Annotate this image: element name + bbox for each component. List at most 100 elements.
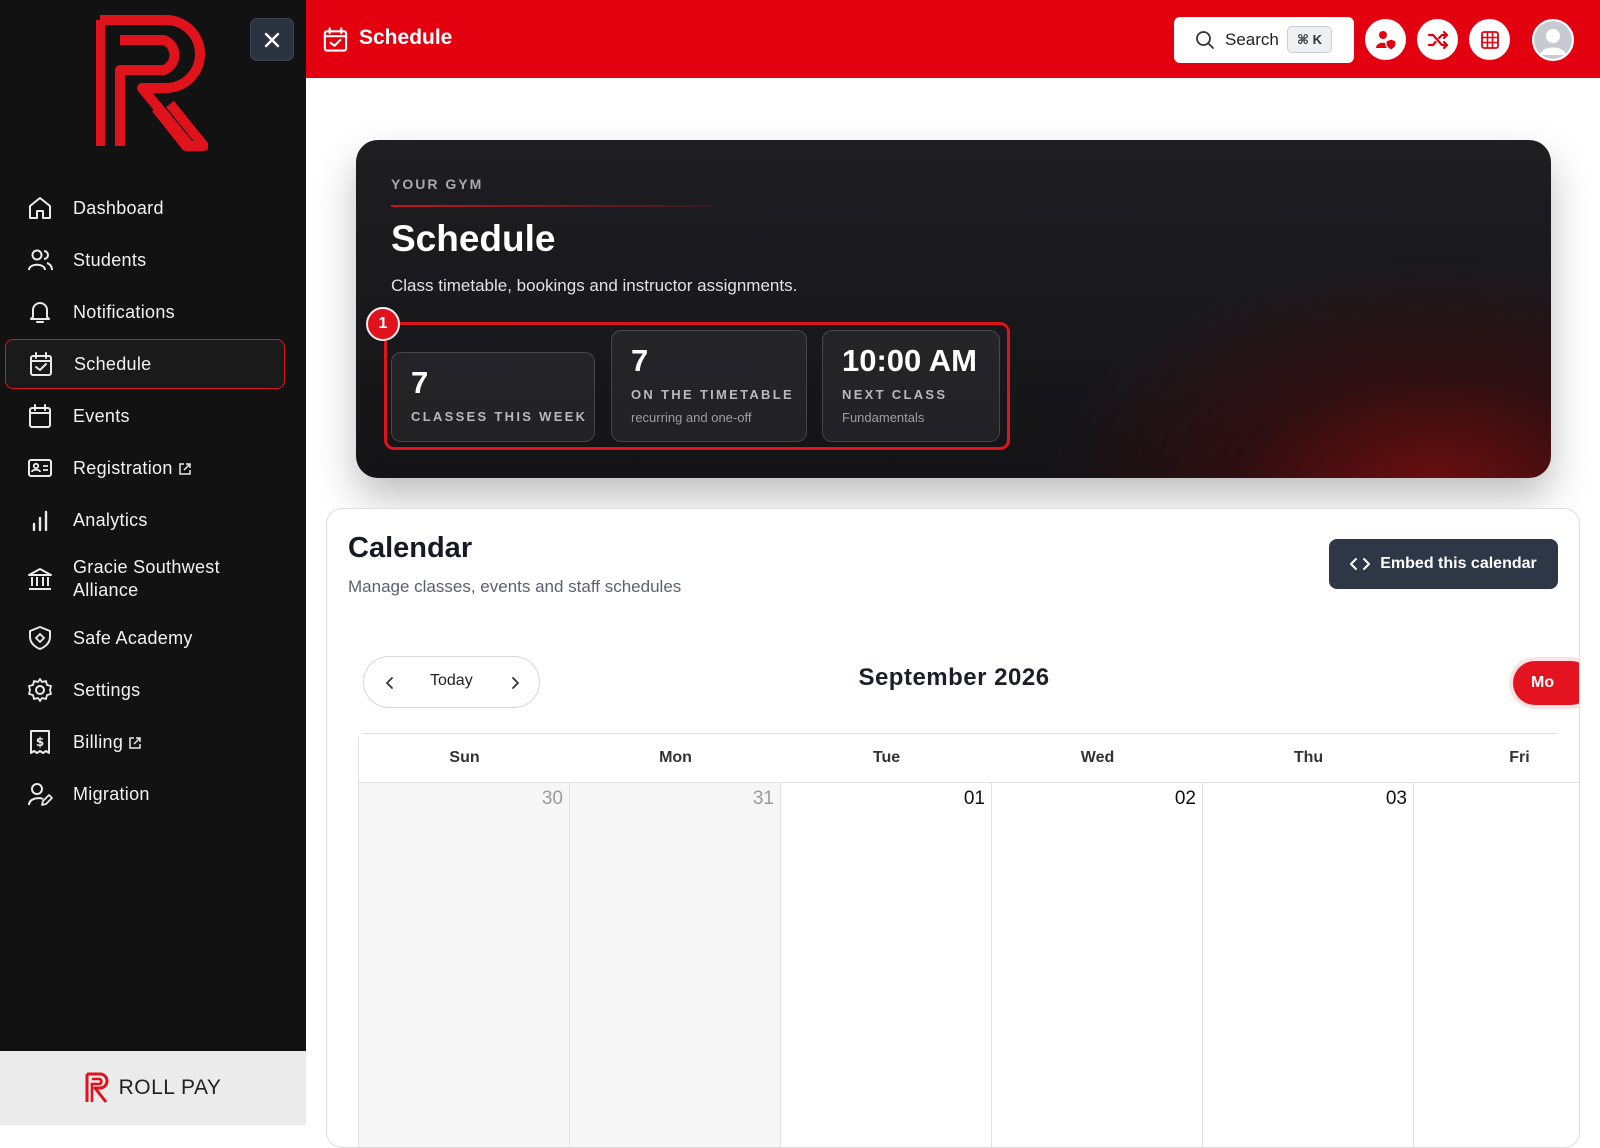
day-number[interactable]: 31 xyxy=(753,788,774,810)
bell-icon xyxy=(30,302,50,323)
sidebar-item-label: Settings xyxy=(73,679,141,700)
sidebar-item-label: Registration xyxy=(73,457,173,478)
external-link-icon xyxy=(129,737,141,749)
id-card-icon xyxy=(28,459,52,477)
sidebar-item-notifications[interactable]: Notifications xyxy=(5,287,285,337)
hero-subtitle: Class timetable, bookings and instructor… xyxy=(391,276,798,295)
stat-sub: recurring and one-off xyxy=(631,410,752,425)
rollpay-logo-icon xyxy=(85,1072,109,1103)
sidebar-item-events[interactable]: Events xyxy=(5,391,285,441)
sidebar-item-label: Gracie Southwest Alliance xyxy=(73,557,220,600)
hero-divider xyxy=(391,205,711,207)
calendar-day-column: Mon 31 xyxy=(570,734,781,1147)
top-bar: Schedule Search ⌘ K xyxy=(306,0,1600,78)
sidebar: Dashboard Students Notifications Schedul… xyxy=(0,0,306,1125)
svg-text:$: $ xyxy=(36,735,44,749)
calendar-day-column: Sun 30 xyxy=(359,734,570,1147)
stat-next-class: 10:00 AM NEXT CLASS Fundamentals xyxy=(822,330,1000,442)
day-header: Mon xyxy=(570,734,781,783)
sidebar-item-migration[interactable]: Migration xyxy=(5,769,285,819)
day-header: Tue xyxy=(781,734,992,783)
calendar-card: Calendar Manage classes, events and staf… xyxy=(326,508,1580,1148)
user-shield-button[interactable] xyxy=(1365,19,1406,60)
calendar-day-column: Tue 01 xyxy=(781,734,992,1147)
page-title: Schedule xyxy=(359,26,453,49)
sidebar-item-safe-academy[interactable]: Safe Academy xyxy=(5,613,285,663)
calendar-check-icon xyxy=(323,27,348,52)
rollpay-brand: ROLL PAY xyxy=(118,1076,222,1099)
calendar-day-column: Fri xyxy=(1414,734,1579,1147)
grid-button[interactable] xyxy=(1469,19,1510,60)
sidebar-item-label: Students xyxy=(73,249,147,270)
billing-icon: $ xyxy=(30,730,50,754)
calendar-subtitle: Manage classes, events and staff schedul… xyxy=(348,577,682,596)
search-icon xyxy=(1196,31,1214,49)
embed-calendar-label: Embed this calendar xyxy=(1380,555,1537,572)
sidebar-item-gracie-southwest-alliance[interactable]: Gracie Southwest Alliance xyxy=(5,547,285,611)
close-icon xyxy=(264,32,280,47)
sidebar-footer: ROLL PAY xyxy=(0,1051,306,1125)
stat-value: 7 xyxy=(631,343,649,378)
stat-value: 7 xyxy=(411,365,429,400)
sidebar-item-label: Notifications xyxy=(73,301,175,322)
stat-label: NEXT CLASS xyxy=(842,387,948,402)
day-header: Sun xyxy=(359,734,570,783)
user-edit-icon xyxy=(28,783,53,806)
code-icon xyxy=(1350,558,1371,570)
calendar-check-icon xyxy=(30,352,52,376)
day-header: Thu xyxy=(1203,734,1414,783)
sidebar-item-label: Safe Academy xyxy=(73,627,193,648)
bank-icon xyxy=(28,568,52,590)
day-number[interactable]: 03 xyxy=(1386,788,1407,810)
stat-on-the-timetable: 7 ON THE TIMETABLE recurring and one-off xyxy=(611,330,807,442)
user-shield-icon xyxy=(1375,30,1397,51)
sidebar-item-label: Migration xyxy=(73,783,150,804)
sidebar-item-schedule[interactable]: Schedule xyxy=(5,339,285,389)
user-avatar-icon xyxy=(1534,21,1572,59)
sidebar-item-label: Billing xyxy=(73,731,124,752)
hero-eyebrow: YOUR GYM xyxy=(391,176,484,192)
external-link-icon xyxy=(178,463,191,475)
search-label: Search xyxy=(1225,30,1279,49)
hero-panel: YOUR GYM Schedule Class timetable, booki… xyxy=(356,140,1551,478)
sidebar-item-label: Schedule xyxy=(74,353,152,374)
hero-title: Schedule xyxy=(391,218,556,259)
users-icon xyxy=(28,249,53,271)
avatar[interactable] xyxy=(1532,19,1574,61)
calendar-title: Calendar xyxy=(348,532,473,564)
grid-icon xyxy=(1480,30,1499,49)
day-number[interactable]: 01 xyxy=(964,788,985,810)
home-icon xyxy=(29,197,51,219)
stat-value: 10:00 AM xyxy=(842,343,977,378)
day-header: Fri xyxy=(1414,734,1579,783)
view-month-button[interactable]: Mo xyxy=(1513,661,1579,705)
stat-label: ON THE TIMETABLE xyxy=(631,387,794,402)
sidebar-item-dashboard[interactable]: Dashboard xyxy=(5,183,285,233)
sidebar-item-students[interactable]: Students xyxy=(5,235,285,285)
search-button[interactable]: Search ⌘ K xyxy=(1174,17,1354,63)
shield-icon xyxy=(29,626,51,650)
month-label: September 2026 xyxy=(858,664,1050,691)
gear-icon xyxy=(28,678,52,702)
day-header: Wed xyxy=(992,734,1203,783)
stat-label: CLASSES THIS WEEK xyxy=(411,409,588,424)
shuffle-icon xyxy=(1427,30,1448,49)
day-number[interactable]: 30 xyxy=(542,788,563,810)
calendar-day-column: Thu 03 xyxy=(1203,734,1414,1147)
sidebar-item-settings[interactable]: Settings xyxy=(5,665,285,715)
sidebar-item-label: Analytics xyxy=(73,509,148,530)
day-number[interactable]: 02 xyxy=(1175,788,1196,810)
calendar-day-column: Wed 02 xyxy=(992,734,1203,1147)
sidebar-item-registration[interactable]: Registration xyxy=(5,443,285,493)
shuffle-button[interactable] xyxy=(1417,19,1458,60)
embed-calendar-button[interactable]: Embed this calendar xyxy=(1329,539,1558,589)
close-sidebar-button[interactable] xyxy=(250,18,294,61)
highlight-badge: 1 xyxy=(366,307,400,341)
stat-sub: Fundamentals xyxy=(842,410,925,425)
sidebar-item-billing[interactable]: $ Billing xyxy=(5,717,285,767)
sidebar-item-analytics[interactable]: Analytics xyxy=(5,495,285,545)
sidebar-item-label: Events xyxy=(73,405,130,426)
roll-logo xyxy=(96,15,208,151)
stat-classes-this-week: 7 CLASSES THIS WEEK xyxy=(391,352,595,442)
sidebar-item-label: Dashboard xyxy=(73,197,164,218)
